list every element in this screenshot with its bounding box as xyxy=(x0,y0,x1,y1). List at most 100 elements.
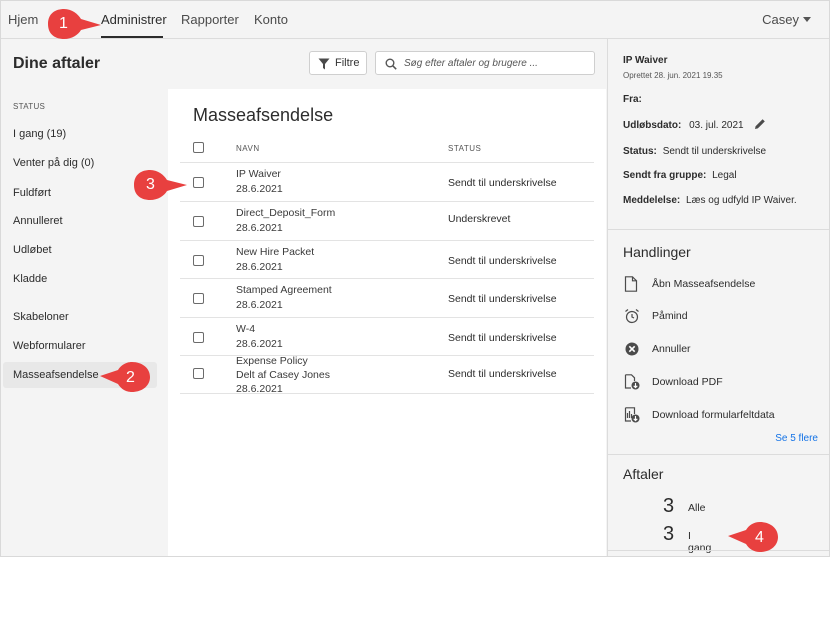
actions-heading: Handlinger xyxy=(623,244,691,260)
sidebar-item-in-progress[interactable]: I gang (19) xyxy=(3,121,157,147)
sidebar-item-templates[interactable]: Skabeloner xyxy=(3,304,157,330)
table-row[interactable]: Stamped Agreement 28.6.2021 Sendt til un… xyxy=(180,278,594,317)
pencil-icon[interactable] xyxy=(754,118,766,130)
action-label: Download PDF xyxy=(652,376,723,388)
action-remind[interactable]: Påmind xyxy=(620,306,820,328)
row-checkbox[interactable] xyxy=(193,293,204,304)
status-label: Status: xyxy=(623,146,657,157)
nav-home[interactable]: Hjem xyxy=(8,12,38,27)
action-label: Påmind xyxy=(652,310,688,322)
details-created: Oprettet 28. jun. 2021 19.35 xyxy=(623,71,723,80)
row-status: Sendt til underskrivelse xyxy=(448,332,557,344)
message-value: Læs og udfyld IP Waiver. xyxy=(686,195,797,206)
active-tab-indicator xyxy=(101,36,163,38)
alarm-clock-icon xyxy=(625,309,639,324)
row-name: Stamped Agreement xyxy=(236,284,332,296)
callout-marker-1: 1 xyxy=(44,6,104,42)
nav-account[interactable]: Konto xyxy=(254,12,288,27)
row-checkbox[interactable] xyxy=(193,368,204,379)
callout-marker-4: 4 xyxy=(726,520,782,556)
nav-reports[interactable]: Rapporter xyxy=(181,12,239,27)
top-nav: Hjem Administrer Rapporter Konto Casey xyxy=(1,1,829,39)
row-status: Sendt til underskrivelse xyxy=(448,255,557,267)
column-header-name[interactable]: NAVN xyxy=(236,144,260,153)
action-cancel[interactable]: Annuller xyxy=(620,339,820,361)
row-status: Sendt til underskrivelse xyxy=(448,293,557,305)
callout-marker-3: 3 xyxy=(130,167,190,203)
filter-button[interactable]: Filtre xyxy=(309,51,367,75)
action-download-pdf[interactable]: Download PDF xyxy=(620,372,820,394)
nav-manage[interactable]: Administrer xyxy=(101,12,167,27)
details-panel: IP Waiver Oprettet 28. jun. 2021 19.35 F… xyxy=(607,39,829,556)
action-open-bulk-send[interactable]: Åbn Masseafsendelse xyxy=(620,274,820,296)
sidebar-item-draft[interactable]: Kladde xyxy=(3,266,157,292)
sidebar-item-expired[interactable]: Udløbet xyxy=(3,237,157,263)
list-title: Masseafsendelse xyxy=(193,105,334,125)
row-name: W-4 xyxy=(236,323,256,335)
row-status: Sendt til underskrivelse xyxy=(448,368,557,380)
action-label: Annuller xyxy=(652,343,691,355)
row-date: 28.6.2021 xyxy=(236,261,283,273)
table-row[interactable]: New Hire Packet 28.6.2021 Sendt til unde… xyxy=(180,240,594,279)
pdf-download-icon xyxy=(624,374,640,390)
details-group: Sendt fra gruppe: Legal xyxy=(623,170,737,181)
table-row[interactable]: Direct_Deposit_Form 28.6.2021 Underskrev… xyxy=(180,201,594,240)
user-menu[interactable]: Casey xyxy=(762,12,811,27)
cancel-circle-icon xyxy=(625,342,639,356)
row-checkbox[interactable] xyxy=(193,216,204,227)
callout-number: 3 xyxy=(146,176,155,193)
expiry-value: 03. jul. 2021 xyxy=(689,120,744,131)
search-icon xyxy=(385,58,397,70)
details-expiry: Udløbsdato: 03. jul. 2021 xyxy=(623,118,766,131)
divider xyxy=(608,550,829,551)
row-date: 28.6.2021 xyxy=(236,299,283,311)
column-header-status[interactable]: STATUS xyxy=(448,144,481,153)
table-row[interactable]: IP Waiver 28.6.2021 Sendt til underskriv… xyxy=(180,162,594,201)
document-icon xyxy=(624,276,638,292)
count-value: 3 xyxy=(663,523,675,545)
callout-number: 4 xyxy=(755,529,764,546)
row-checkbox[interactable] xyxy=(193,255,204,266)
group-value: Legal xyxy=(712,170,737,181)
row-checkbox[interactable] xyxy=(193,332,204,343)
count-value: 3 xyxy=(663,495,675,517)
see-more-link[interactable]: Se 5 flere xyxy=(775,433,818,444)
row-name: Expense Policy xyxy=(236,355,308,367)
row-checkbox[interactable] xyxy=(193,177,204,188)
sidebar-item-webforms[interactable]: Webformularer xyxy=(3,333,157,359)
user-name: Casey xyxy=(762,12,799,27)
row-name: New Hire Packet xyxy=(236,246,315,258)
divider xyxy=(608,454,829,455)
details-from: Fra: xyxy=(623,94,642,105)
callout-number: 2 xyxy=(126,369,135,386)
details-message: Meddelelse: Læs og udfyld IP Waiver. xyxy=(623,195,797,206)
divider xyxy=(608,229,829,230)
search-box[interactable] xyxy=(375,51,595,75)
row-date: 28.6.2021 xyxy=(236,383,283,395)
details-status: Status: Sendt til underskrivelse xyxy=(623,146,766,157)
row-name: Direct_Deposit_Form xyxy=(236,207,336,219)
from-label: Fra: xyxy=(623,94,642,105)
table-row[interactable]: Expense Policy Delt af Casey Jones 28.6.… xyxy=(180,355,594,395)
status-value: Sendt til underskrivelse xyxy=(662,146,767,157)
page-title: Dine aftaler xyxy=(13,55,101,72)
row-date: 28.6.2021 xyxy=(236,183,283,195)
table-row[interactable]: W-4 28.6.2021 Sendt til underskrivelse xyxy=(180,317,594,356)
details-title: IP Waiver xyxy=(623,55,668,66)
row-date: 28.6.2021 xyxy=(236,338,283,350)
row-date: 28.6.2021 xyxy=(236,222,283,234)
action-label: Åbn Masseafsendelse xyxy=(652,278,756,290)
agreement-list-panel: Masseafsendelse NAVN STATUS IP Waiver 28… xyxy=(168,89,606,556)
data-download-icon xyxy=(624,407,640,423)
group-label: Sendt fra gruppe: xyxy=(623,170,707,181)
callout-number: 1 xyxy=(59,15,68,32)
select-all-checkbox[interactable] xyxy=(193,142,204,153)
row-status: Underskrevet xyxy=(448,213,511,225)
action-download-form-data[interactable]: Download formularfeltdata xyxy=(620,405,820,427)
chevron-down-icon xyxy=(803,17,811,22)
callout-marker-2: 2 xyxy=(98,360,154,396)
filter-icon xyxy=(318,58,330,70)
search-input[interactable] xyxy=(404,55,590,71)
sidebar-heading: STATUS xyxy=(13,102,46,111)
sidebar-item-cancelled[interactable]: Annulleret xyxy=(3,208,157,234)
